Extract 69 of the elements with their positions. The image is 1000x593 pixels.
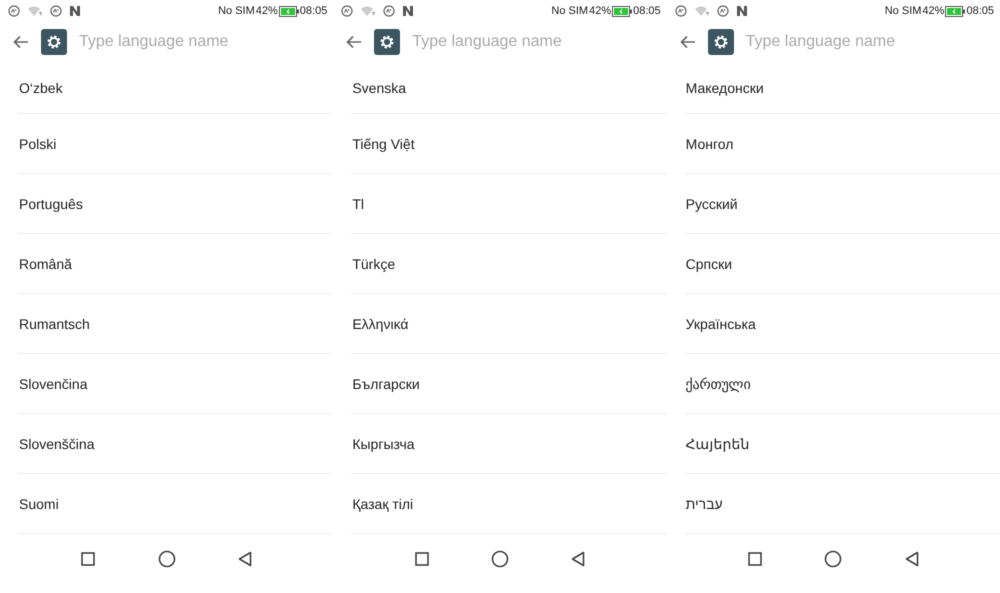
nfc-icon <box>69 5 81 17</box>
wifi-icon <box>27 5 43 17</box>
clock-time: 08:05 <box>300 5 328 17</box>
square-icon[interactable] <box>81 552 96 566</box>
language-item[interactable]: Türkçe <box>352 256 396 272</box>
back-arrow-icon[interactable] <box>346 35 362 49</box>
search-field[interactable]: Type language name <box>79 33 269 51</box>
carrier-text: No SIM <box>551 5 588 17</box>
battery-percent: 42% <box>256 5 278 17</box>
circle-icon[interactable] <box>158 550 176 568</box>
search-field[interactable]: Type language name <box>746 33 936 51</box>
nfc-icon <box>402 5 414 17</box>
language-item[interactable]: Română <box>19 256 72 272</box>
battery-icon <box>278 6 299 16</box>
language-item[interactable]: Slovenščina <box>19 436 94 452</box>
back-triangle-icon[interactable] <box>238 551 252 567</box>
signal-icon <box>383 5 396 17</box>
language-item[interactable]: Кыргызча <box>352 436 415 452</box>
language-item[interactable]: Tl <box>352 196 364 212</box>
wifi-icon <box>694 5 710 17</box>
back-arrow-icon[interactable] <box>13 35 29 49</box>
settings-button[interactable] <box>708 29 734 55</box>
wifi-icon <box>360 5 376 17</box>
language-item[interactable]: Русский <box>686 196 738 212</box>
language-item[interactable]: עברית <box>686 496 723 512</box>
back-triangle-icon[interactable] <box>904 551 919 567</box>
language-item[interactable]: Svenska <box>352 80 406 96</box>
language-item[interactable]: Українська <box>686 316 756 332</box>
language-item[interactable]: Rumantsch <box>19 316 90 332</box>
nfc-icon <box>736 5 748 17</box>
language-item[interactable]: Slovenčina <box>19 376 88 392</box>
language-item[interactable]: ქართული <box>686 376 751 392</box>
battery-percent: 42% <box>589 5 612 17</box>
settings-button[interactable] <box>374 29 400 55</box>
language-item[interactable]: Português <box>19 196 83 212</box>
carrier-text: No SIM <box>218 5 255 17</box>
signal-icon <box>716 5 729 17</box>
settings-button[interactable] <box>41 29 67 55</box>
battery-percent: 42% <box>922 5 944 17</box>
carrier-text: No SIM <box>884 5 922 17</box>
battery-icon <box>612 6 632 16</box>
language-item[interactable]: Suomi <box>19 496 59 512</box>
language-item[interactable]: Монгол <box>686 136 734 152</box>
language-item[interactable]: Ελληνικά <box>352 316 408 332</box>
language-item[interactable]: O‘zbek <box>19 80 63 96</box>
clock-time: 08:05 <box>633 5 661 17</box>
language-item[interactable]: Српски <box>686 256 732 272</box>
search-field[interactable]: Type language name <box>412 33 602 51</box>
signal-icon <box>341 5 354 17</box>
signal-icon <box>8 5 20 17</box>
back-arrow-icon[interactable] <box>680 35 696 49</box>
language-item[interactable]: Македонски <box>686 80 764 96</box>
language-item[interactable]: Tiếng Việt <box>352 136 415 152</box>
clock-time: 08:05 <box>966 5 994 17</box>
circle-icon[interactable] <box>490 550 509 568</box>
signal-icon <box>674 5 687 17</box>
signal-icon <box>50 5 62 17</box>
back-triangle-icon[interactable] <box>571 551 586 567</box>
circle-icon[interactable] <box>824 550 842 568</box>
language-item[interactable]: Հայերեն <box>686 436 750 452</box>
square-icon[interactable] <box>748 552 762 566</box>
square-icon[interactable] <box>414 552 429 566</box>
gear-icon <box>712 34 729 50</box>
battery-icon <box>945 6 966 16</box>
gear-icon <box>46 34 62 50</box>
language-item[interactable]: Қазақ тілі <box>352 496 414 512</box>
language-item[interactable]: Polski <box>19 136 56 152</box>
gear-icon <box>379 34 396 50</box>
language-item[interactable]: Български <box>352 376 420 392</box>
